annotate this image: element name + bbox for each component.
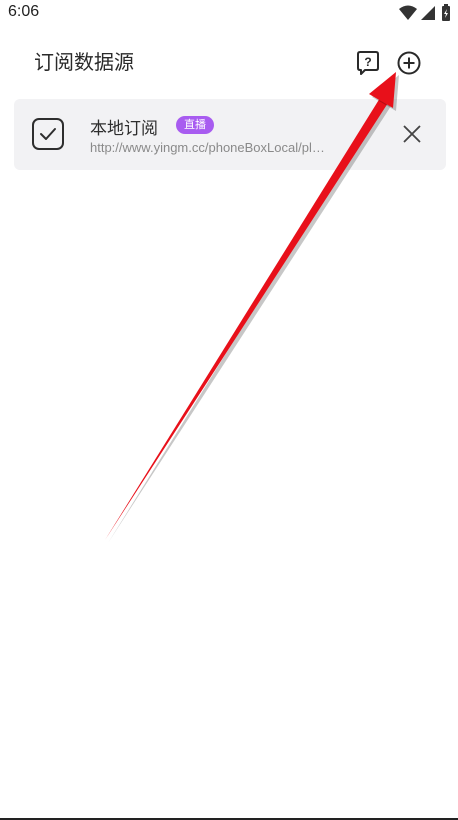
help-icon: ? — [357, 51, 379, 75]
remove-subscription-button[interactable] — [401, 123, 423, 145]
add-subscription-button[interactable] — [395, 49, 423, 77]
battery-icon — [442, 4, 450, 21]
wifi-icon — [399, 5, 417, 20]
status-bar: 6:06 — [0, 0, 458, 26]
close-icon — [403, 125, 421, 143]
status-time: 6:06 — [8, 3, 40, 20]
subscription-checkbox[interactable] — [31, 117, 65, 151]
subscription-url: http://www.yingm.cc/phoneBoxLocal/pl… — [90, 140, 325, 155]
screen: 6:06 订阅数据源 ? 本地订阅 直播 http://www.yingm.cc… — [0, 0, 458, 820]
subscription-title: 本地订阅 — [90, 119, 158, 139]
checkbox-checked-icon — [32, 118, 64, 150]
signal-icon — [421, 6, 435, 20]
svg-text:?: ? — [364, 55, 371, 69]
subscription-item[interactable]: 本地订阅 直播 http://www.yingm.cc/phoneBoxLoca… — [14, 99, 446, 170]
status-icons — [399, 4, 450, 21]
help-button[interactable]: ? — [354, 49, 382, 77]
add-icon — [397, 51, 421, 75]
live-badge: 直播 — [176, 116, 214, 134]
page-title: 订阅数据源 — [34, 50, 134, 74]
